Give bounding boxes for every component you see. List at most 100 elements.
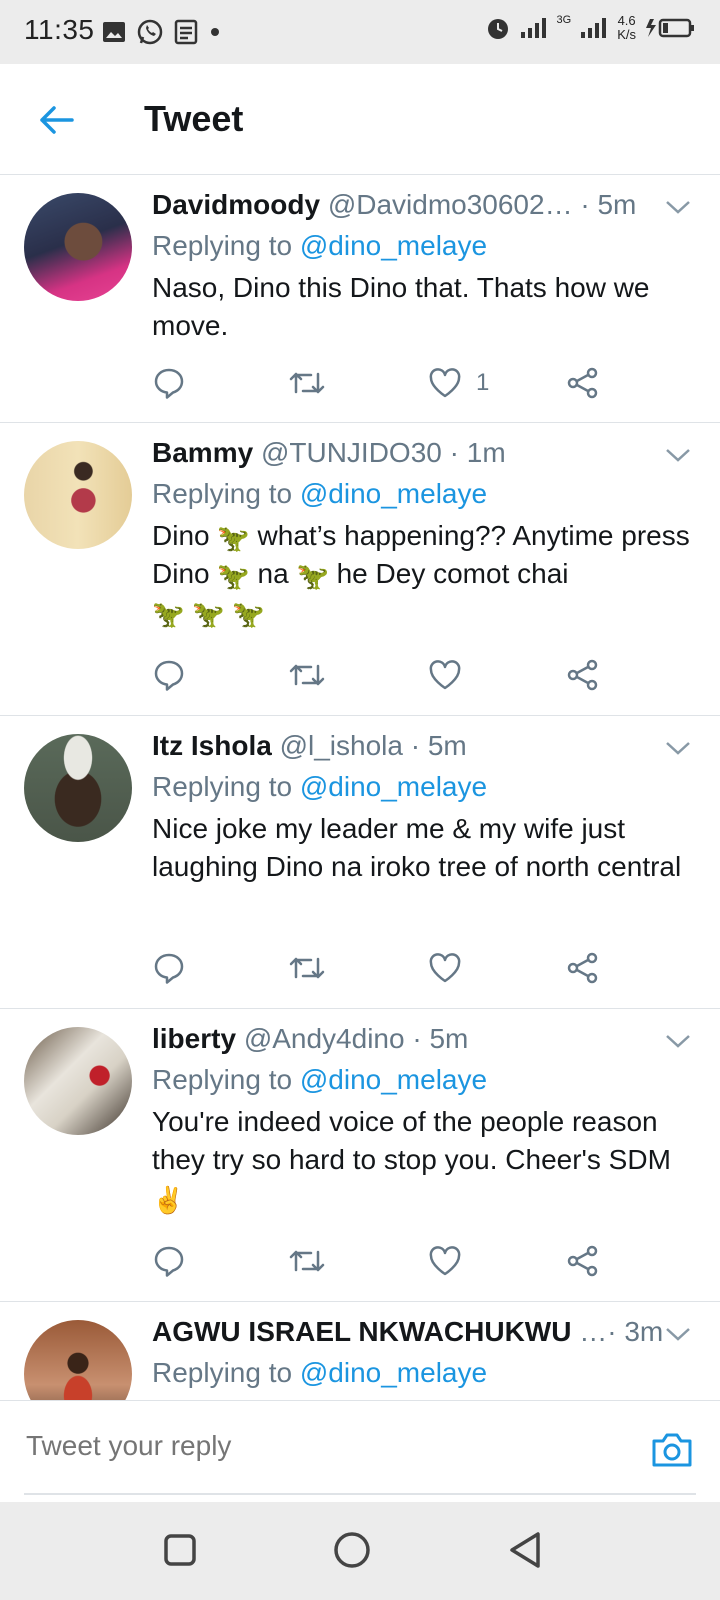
- mention-link[interactable]: @dino_melaye: [300, 1357, 487, 1388]
- replying-to: Replying to @dino_melaye: [152, 1357, 488, 1388]
- notification-icons: [102, 18, 222, 46]
- author-name[interactable]: Bammy: [152, 437, 253, 468]
- chevron-down-icon[interactable]: [664, 197, 692, 217]
- like-button[interactable]: [428, 948, 462, 988]
- like-button[interactable]: [428, 1241, 462, 1281]
- avatar[interactable]: [24, 441, 132, 549]
- tweet[interactable]: Bammy @TUNJIDO30 · 1m Replying to @dino_…: [0, 423, 720, 716]
- mention-link[interactable]: @dino_melaye: [300, 1064, 487, 1095]
- tweet-actions: [152, 655, 622, 695]
- tweet[interactable]: Davidmoody @Davidmo30602… · 5m Replying …: [0, 175, 720, 423]
- like-button[interactable]: 1: [428, 363, 489, 403]
- tweet-content: Itz Ishola @l_ishola · 5m Replying to @d…: [152, 728, 690, 886]
- victory-hand-emoji: ✌: [152, 1185, 185, 1215]
- retweet-button[interactable]: [288, 655, 326, 695]
- tweet-content: Davidmoody @Davidmo30602… · 5m Replying …: [152, 187, 690, 345]
- tweet-actions: [152, 948, 622, 988]
- home-circle-icon[interactable]: [330, 1528, 374, 1572]
- camera-icon[interactable]: [650, 1429, 694, 1469]
- whatsapp-icon: [137, 19, 163, 45]
- tweet[interactable]: AGWU ISRAEL NKWACHUKWU …· 3m Replying to…: [0, 1302, 720, 1400]
- chevron-down-icon[interactable]: [664, 738, 692, 758]
- signal-icon: [520, 18, 546, 38]
- share-icon: [567, 952, 598, 984]
- tweet-header: Bammy @TUNJIDO30 · 1m: [152, 435, 690, 471]
- author-handle[interactable]: @TUNJIDO30: [261, 437, 442, 468]
- tweet-time: · 5m: [410, 730, 467, 761]
- dinosaur-emoji: 🦖: [217, 523, 250, 553]
- author-handle[interactable]: @Andy4dino: [244, 1023, 405, 1054]
- share-button[interactable]: [566, 655, 600, 695]
- share-icon: [567, 659, 598, 691]
- system-icons: 3G 4.6 K/s: [485, 14, 696, 42]
- reply-button[interactable]: [152, 1241, 186, 1281]
- author-name[interactable]: Itz Ishola: [152, 730, 272, 761]
- news-icon: [174, 19, 198, 45]
- tweet-text: You're indeed voice of the people reason…: [152, 1106, 671, 1215]
- chevron-down-icon[interactable]: [664, 1324, 692, 1344]
- avatar[interactable]: [24, 734, 132, 842]
- reply-bubble-icon: [154, 368, 184, 399]
- mention-link[interactable]: @dino_melaye: [300, 478, 487, 509]
- author-name[interactable]: liberty: [152, 1023, 236, 1054]
- reply-bubble-icon: [154, 1246, 184, 1277]
- input-underline: [24, 1493, 696, 1495]
- tweet-header: Davidmoody @Davidmo30602… · 5m: [152, 187, 690, 223]
- network-speed: 4.6 K/s: [617, 13, 636, 42]
- tweet-content: Bammy @TUNJIDO30 · 1m Replying to @dino_…: [152, 435, 690, 631]
- reply-feed[interactable]: Davidmoody @Davidmo30602… · 5m Replying …: [0, 175, 720, 1400]
- replying-to: Replying to @dino_melaye: [152, 230, 488, 261]
- heart-icon: [429, 1246, 461, 1276]
- reply-button[interactable]: [152, 655, 186, 695]
- system-nav-bar: [0, 1502, 720, 1600]
- avatar[interactable]: [24, 1320, 132, 1400]
- back-triangle-icon[interactable]: [504, 1528, 548, 1572]
- replying-to: Replying to @dino_melaye: [152, 1064, 488, 1095]
- retweet-button[interactable]: [288, 948, 326, 988]
- retweet-button[interactable]: [288, 363, 326, 403]
- reply-button[interactable]: [152, 948, 186, 988]
- heart-icon: [429, 953, 461, 983]
- dinosaur-emoji: 🦖: [296, 561, 329, 591]
- tweet[interactable]: liberty @Andy4dino · 5m Replying to @din…: [0, 1009, 720, 1302]
- like-button[interactable]: [428, 655, 462, 695]
- dinosaur-emoji: 🦖: [192, 599, 225, 629]
- share-button[interactable]: [566, 1241, 600, 1281]
- reply-bubble-icon: [154, 660, 184, 691]
- tweet-text: Dino 🦖 what’s happening?? Anytime press …: [152, 520, 690, 629]
- mention-link[interactable]: @dino_melaye: [300, 771, 487, 802]
- retweet-button[interactable]: [288, 1241, 326, 1281]
- status-bar: 11:35 3G 4.6 K/s: [0, 0, 720, 64]
- retweet-icon: [289, 1250, 325, 1272]
- author-handle[interactable]: …: [579, 1316, 607, 1347]
- back-arrow-icon[interactable]: [36, 100, 76, 140]
- retweet-icon: [289, 664, 325, 686]
- author-name[interactable]: AGWU ISRAEL NKWACHUKWU: [152, 1316, 571, 1347]
- dinosaur-emoji: 🦖: [152, 599, 185, 629]
- reply-input[interactable]: [24, 1429, 588, 1463]
- reply-button[interactable]: [152, 363, 186, 403]
- tweet-header: Itz Ishola @l_ishola · 5m: [152, 728, 690, 764]
- reply-composer: [0, 1400, 720, 1501]
- share-button[interactable]: [566, 363, 600, 403]
- author-handle[interactable]: @l_ishola: [280, 730, 403, 761]
- avatar[interactable]: [24, 1027, 132, 1135]
- chevron-down-icon[interactable]: [664, 1031, 692, 1051]
- author-handle[interactable]: @Davidmo30602…: [328, 189, 573, 220]
- tweet[interactable]: Itz Ishola @l_ishola · 5m Replying to @d…: [0, 716, 720, 1009]
- chevron-down-icon[interactable]: [664, 445, 692, 465]
- replying-to: Replying to @dino_melaye: [152, 771, 488, 802]
- dot-icon: [211, 28, 219, 36]
- alarm-icon: [487, 19, 508, 39]
- app-header: Tweet: [0, 64, 720, 175]
- mention-link[interactable]: @dino_melaye: [300, 230, 487, 261]
- author-name[interactable]: Davidmoody: [152, 189, 320, 220]
- gallery-icon: [103, 22, 125, 42]
- avatar[interactable]: [24, 193, 132, 301]
- share-icon: [567, 367, 598, 399]
- signal-icon-2: [581, 18, 607, 38]
- status-time: 11:35: [24, 14, 95, 45]
- recents-square-icon[interactable]: [158, 1528, 202, 1572]
- tweet-actions: [152, 1241, 622, 1281]
- share-button[interactable]: [566, 948, 600, 988]
